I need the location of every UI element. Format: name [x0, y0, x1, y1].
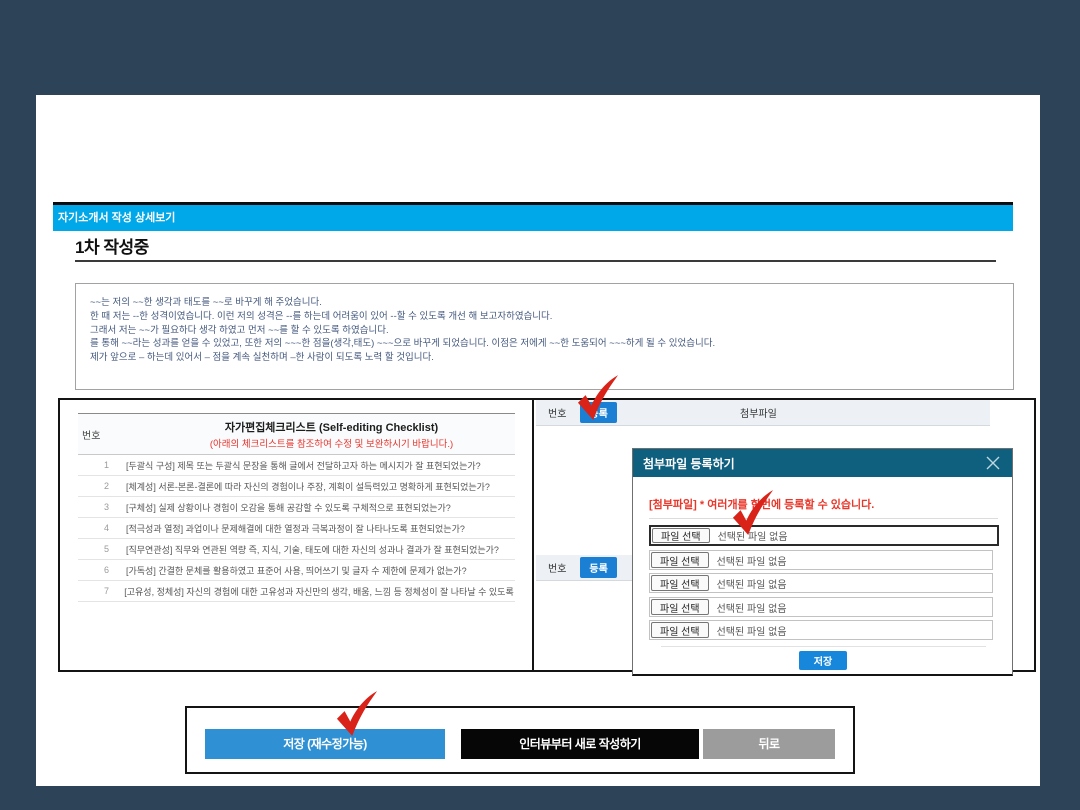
choose-file-button[interactable]: 파일 선택	[651, 599, 709, 615]
file-status-text: 선택된 파일 없음	[717, 576, 787, 591]
draft-line: ~~는 저의 ~~한 생각과 태도를 ~~로 바꾸게 해 주었습니다.	[90, 296, 1003, 310]
page-title: 1차 작성중	[75, 233, 149, 258]
choose-file-button[interactable]: 파일 선택	[652, 528, 710, 543]
checklist-title: 자가편집체크리스트 (Self-editing Checklist)	[148, 419, 515, 435]
checklist-row-text: [직무연관성] 직무와 연관된 역량 즉, 지식, 기술, 태도에 대한 자신의…	[126, 543, 499, 556]
checklist-rows: 1 [두괄식 구성] 제목 또는 두괄식 문장을 통해 글에서 전달하고자 하는…	[78, 455, 515, 602]
checklist-header: 번호 자가편집체크리스트 (Self-editing Checklist) (아…	[78, 413, 515, 455]
draft-line: 제가 앞으로 – 하는데 있어서 – 점을 계속 실천하며 –한 사람이 되도록…	[90, 351, 1003, 365]
modal-divider	[661, 646, 986, 647]
attachment-notice: [첨부파일] * 여러개를 한번에 등록할 수 있습니다.	[649, 496, 874, 512]
back-button[interactable]: 뒤로	[703, 729, 835, 759]
attachment2-no-header: 번호	[548, 560, 566, 575]
draft-line: 그래서 저는 ~~가 필요하다 생각 하였고 먼저 ~~를 할 수 있도록 하였…	[90, 324, 1003, 338]
attachment-file-header: 첨부파일	[617, 405, 990, 420]
checklist-row-text: [가독성] 간결한 문체를 활용하였고 표준어 사용, 띄어쓰기 및 글자 수 …	[126, 564, 467, 577]
checklist-row: 1 [두괄식 구성] 제목 또는 두괄식 문장을 통해 글에서 전달하고자 하는…	[78, 455, 515, 476]
modal-divider	[649, 518, 998, 519]
restart-from-interview-button[interactable]: 인터뷰부터 새로 작성하기	[461, 729, 699, 759]
checklist-row-no: 4	[104, 523, 122, 533]
file-status-text: 선택된 파일 없음	[717, 623, 787, 638]
checklist-row: 5 [직무연관성] 직무와 연관된 역량 즉, 지식, 기술, 태도에 대한 자…	[78, 539, 515, 560]
checklist-row-text: [두괄식 구성] 제목 또는 두괄식 문장을 통해 글에서 전달하고자 하는 메…	[126, 459, 481, 472]
checklist-row: 2 [체계성] 서론-본론-결론에 따라 자신의 경험이나 주장, 계획이 설득…	[78, 476, 515, 497]
file-input-row[interactable]: 파일 선택 선택된 파일 없음	[649, 597, 993, 617]
file-input-row[interactable]: 파일 선택 선택된 파일 없음	[649, 550, 993, 570]
checklist-row-text: [구체성] 실제 상황이나 경험이 오감을 통해 공감할 수 있도록 구체적으로…	[126, 501, 451, 514]
checklist-row: 4 [적극성과 열정] 과업이나 문제해결에 대한 열정과 극복과정이 잘 나타…	[78, 518, 515, 539]
checklist-row-no: 7	[104, 586, 120, 596]
attachment-modal-title: 첨부파일 등록하기	[643, 455, 984, 472]
attachment-modal: 첨부파일 등록하기 [첨부파일] * 여러개를 한번에 등록할 수 있습니다. …	[632, 448, 1013, 676]
register-attachment-button[interactable]: 등록	[580, 402, 616, 423]
main-panel: 자기소개서 작성 상세보기 1차 작성중 ~~는 저의 ~~한 생각과 태도를 …	[36, 95, 1040, 786]
checklist-row-no: 1	[104, 460, 122, 470]
checklist-row: 7 [고유성, 정체성] 자신의 경험에 대한 고유성과 자신만의 생각, 배움…	[78, 581, 515, 602]
save-draft-button[interactable]: 저장 (재수정가능)	[205, 729, 445, 759]
attachment-table-header: 번호 등록 첨부파일	[536, 400, 990, 426]
draft-textarea[interactable]: ~~는 저의 ~~한 생각과 태도를 ~~로 바꾸게 해 주었습니다. 한 때 …	[75, 283, 1014, 390]
detail-view-title-bar: 자기소개서 작성 상세보기	[53, 202, 1013, 231]
file-input-row[interactable]: 파일 선택 선택된 파일 없음	[649, 620, 993, 640]
file-input-row[interactable]: 파일 선택 선택된 파일 없음	[649, 573, 993, 593]
checklist-title-block: 자가편집체크리스트 (Self-editing Checklist) (아래의 …	[148, 419, 515, 450]
footer-actions: 저장 (재수정가능) 인터뷰부터 새로 작성하기 뒤로	[185, 706, 855, 774]
checklist-subtitle: (아래의 체크리스트를 참조하여 수정 및 보완하시기 바랍니다.)	[148, 436, 515, 450]
checklist-row: 6 [가독성] 간결한 문체를 활용하였고 표준어 사용, 띄어쓰기 및 글자 …	[78, 560, 515, 581]
section-divider	[532, 400, 534, 670]
checklist-row: 3 [구체성] 실제 상황이나 경험이 오감을 통해 공감할 수 있도록 구체적…	[78, 497, 515, 518]
register-attachment2-button[interactable]: 등록	[580, 557, 616, 578]
file-input-row[interactable]: 파일 선택 선택된 파일 없음	[649, 525, 999, 546]
heading-divider	[75, 260, 996, 262]
attachment-modal-header: 첨부파일 등록하기	[633, 449, 1012, 477]
checklist-row-no: 5	[104, 544, 122, 554]
modal-save-button[interactable]: 저장	[799, 651, 847, 670]
checklist-row-no: 6	[104, 565, 122, 575]
checklist-row-text: [체계성] 서론-본론-결론에 따라 자신의 경험이나 주장, 계획이 설득력있…	[126, 480, 490, 493]
screenshot-stage: 자기소개서 작성 상세보기 1차 작성중 ~~는 저의 ~~한 생각과 태도를 …	[0, 0, 1080, 810]
checklist-row-no: 3	[104, 502, 122, 512]
choose-file-button[interactable]: 파일 선택	[651, 622, 709, 638]
checklist-row-text: [적극성과 열정] 과업이나 문제해결에 대한 열정과 극복과정이 잘 나타나도…	[126, 522, 465, 535]
checklist-row-text: [고유성, 정체성] 자신의 경험에 대한 고유성과 자신만의 생각, 배움, …	[124, 585, 515, 598]
file-status-text: 선택된 파일 없음	[717, 553, 787, 568]
draft-line: 한 때 저는 --한 성격이였습니다. 이런 저의 성격은 --를 하는데 어려…	[90, 310, 1003, 324]
close-icon[interactable]	[984, 454, 1002, 472]
file-status-text: 선택된 파일 없음	[718, 528, 788, 543]
choose-file-button[interactable]: 파일 선택	[651, 552, 709, 568]
checklist-no-header: 번호	[78, 427, 148, 442]
attachment-no-header: 번호	[548, 405, 566, 420]
file-status-text: 선택된 파일 없음	[717, 600, 787, 615]
draft-line: 를 통해 ~~라는 성과를 얻을 수 있었고, 또한 저의 ~~~한 점을(생각…	[90, 337, 1003, 351]
choose-file-button[interactable]: 파일 선택	[651, 575, 709, 591]
checklist-row-no: 2	[104, 481, 122, 491]
